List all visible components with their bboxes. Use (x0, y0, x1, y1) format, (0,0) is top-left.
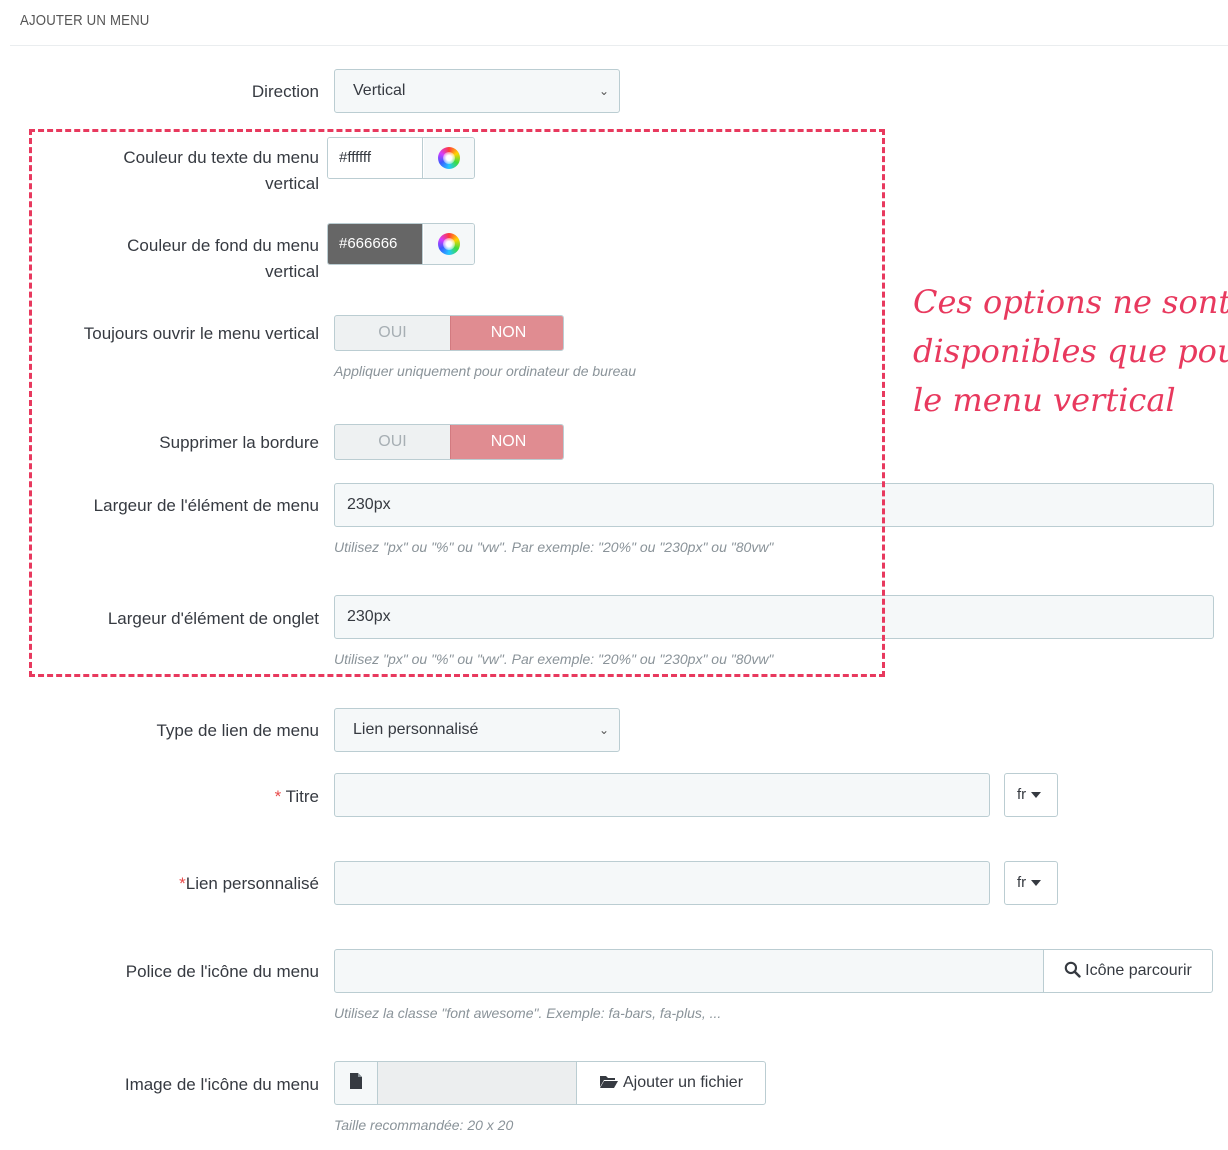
always-open-switch[interactable]: OUI NON (334, 315, 564, 351)
remove-border-switch[interactable]: OUI NON (334, 424, 564, 460)
direction-label: Direction (251, 82, 319, 101)
menu-item-width-label: Largeur de l'élément de menu (93, 496, 319, 515)
always-open-help: Appliquer uniquement pour ordinateur de … (334, 363, 636, 379)
vertical-options-annotation: Ces options ne sont disponibles que pour… (913, 283, 1228, 419)
bg-color-picker-button[interactable] (424, 224, 474, 264)
text-color-picker-button[interactable] (424, 138, 474, 178)
icon-font-label: Police de l'icône du menu (125, 962, 319, 981)
bg-color-input[interactable]: #666666 (328, 224, 423, 264)
browse-icon-button[interactable]: Icône parcourir (1043, 949, 1213, 993)
title-input[interactable] (334, 773, 990, 817)
custom-link-label: *Lien personnalisé (179, 874, 319, 893)
icon-image-label: Image de l'icône du menu (124, 1075, 319, 1094)
text-color-picker: #ffffff (327, 137, 475, 179)
link-type-value: Lien personnalisé (353, 721, 479, 738)
file-icon (350, 1073, 362, 1089)
custom-link-language-dropdown[interactable]: fr (1004, 861, 1058, 905)
panel-title: AJOUTER UN MENU (20, 12, 150, 29)
folder-open-icon (599, 1076, 618, 1088)
icon-font-help: Utilisez la classe "font awesome". Exemp… (334, 1005, 722, 1021)
always-open-label: Toujours ouvrir le menu vertical (83, 324, 319, 343)
direction-value: Vertical (353, 82, 406, 99)
always-open-non-option[interactable]: NON (450, 316, 563, 350)
add-file-button[interactable]: Ajouter un fichier (576, 1061, 766, 1105)
color-wheel-icon (438, 233, 460, 255)
remove-border-label: Supprimer la bordure (159, 433, 319, 452)
menu-item-width-help: Utilisez "px" ou "%" ou "vw". Par exempl… (334, 539, 774, 555)
link-type-label: Type de lien de menu (156, 721, 319, 740)
custom-link-input[interactable] (334, 861, 990, 905)
caret-down-icon (1031, 880, 1042, 887)
required-mark: * (179, 874, 186, 893)
direction-select[interactable]: Vertical ⌄ (334, 69, 620, 113)
add-menu-form: AJOUTER UN MENU Direction Vertical ⌄ Cou… (0, 0, 1228, 1150)
link-type-select[interactable]: Lien personnalisé ⌄ (334, 708, 620, 752)
panel-divider (10, 45, 1228, 46)
color-wheel-icon (438, 147, 460, 169)
always-open-oui-option[interactable]: OUI (335, 316, 450, 350)
file-icon-addon (334, 1061, 378, 1105)
menu-item-width-input[interactable]: 230px (334, 483, 1214, 527)
chevron-down-icon: ⌄ (598, 84, 609, 98)
chevron-down-icon: ⌄ (598, 723, 609, 737)
bg-color-picker: #666666 (327, 223, 475, 265)
icon-image-filename (377, 1061, 577, 1105)
search-icon (1064, 961, 1081, 978)
remove-border-oui-option[interactable]: OUI (335, 425, 450, 459)
title-label: * Titre (274, 787, 319, 806)
icon-font-input[interactable] (334, 949, 1044, 993)
text-color-input[interactable]: #ffffff (328, 138, 423, 178)
tab-item-width-input[interactable]: 230px (334, 595, 1214, 639)
icon-image-help: Taille recommandée: 20 x 20 (334, 1117, 514, 1133)
tab-item-width-label: Largeur d'élément de onglet (107, 609, 319, 628)
caret-down-icon (1031, 792, 1042, 799)
bg-color-label: Couleur de fond du menu vertical (127, 236, 319, 281)
text-color-label: Couleur du texte du menu vertical (123, 148, 319, 193)
tab-item-width-help: Utilisez "px" ou "%" ou "vw". Par exempl… (334, 651, 774, 667)
remove-border-non-option[interactable]: NON (450, 425, 563, 459)
title-language-dropdown[interactable]: fr (1004, 773, 1058, 817)
